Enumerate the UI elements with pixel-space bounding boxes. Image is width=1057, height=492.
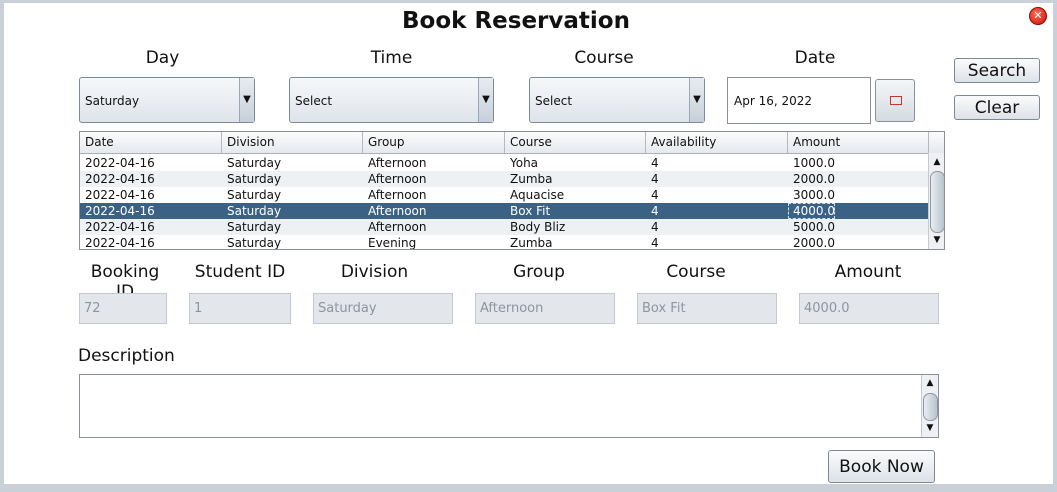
- amount-label: Amount: [834, 262, 902, 282]
- cell-course: Aquacise: [510, 188, 565, 202]
- table-row[interactable]: 2022-04-16 Saturday Evening Zumba 4 2000…: [80, 235, 928, 250]
- booking-id-field[interactable]: 72: [79, 293, 167, 324]
- description-label: Description: [78, 346, 175, 366]
- column-header-course[interactable]: Course: [505, 132, 646, 153]
- window-frame-right: [1053, 0, 1057, 492]
- scroll-up-icon[interactable]: ▲: [922, 376, 938, 390]
- cell-date: 2022-04-16: [85, 156, 155, 170]
- cell-group: Afternoon: [368, 172, 427, 186]
- window-frame-top: [0, 0, 1057, 3]
- student-id-label: Student ID: [194, 262, 286, 282]
- column-header-availability[interactable]: Availability: [646, 132, 788, 153]
- scroll-down-icon[interactable]: ▼: [922, 421, 938, 435]
- column-header-group[interactable]: Group: [363, 132, 505, 153]
- cell-amount: 4000.0: [788, 203, 835, 219]
- cell-course: Zumba: [510, 236, 553, 250]
- chevron-down-icon[interactable]: ▼: [478, 78, 493, 122]
- window-frame-left: [0, 0, 4, 492]
- description-scrollbar[interactable]: ▲ ▼: [921, 375, 938, 437]
- chevron-down-icon[interactable]: ▼: [239, 78, 254, 122]
- table-row[interactable]: 2022-04-16 Saturday Afternoon Zumba 4 20…: [80, 171, 928, 187]
- calendar-icon: [890, 96, 902, 105]
- date-input[interactable]: Apr 16, 2022: [727, 77, 871, 124]
- day-select[interactable]: Saturday ▼: [79, 77, 255, 123]
- course-select[interactable]: Select ▼: [529, 77, 705, 123]
- cell-group: Evening: [368, 236, 417, 250]
- scroll-up-icon[interactable]: ▲: [929, 155, 944, 169]
- cell-group: Afternoon: [368, 156, 427, 170]
- time-select-value: Select: [295, 94, 333, 108]
- table-row[interactable]: 2022-04-16 Saturday Afternoon Yoha 4 100…: [80, 155, 928, 171]
- cell-date: 2022-04-16: [85, 204, 155, 218]
- time-select[interactable]: Select ▼: [289, 77, 494, 123]
- scroll-down-icon[interactable]: ▼: [929, 233, 944, 247]
- group-field[interactable]: Afternoon: [475, 293, 615, 324]
- cell-availability: 4: [651, 204, 659, 218]
- cell-group: Afternoon: [368, 220, 427, 234]
- cell-availability: 4: [651, 156, 659, 170]
- cell-group: Afternoon: [368, 204, 427, 218]
- cell-amount: 2000.0: [793, 236, 835, 250]
- cell-division: Saturday: [227, 204, 282, 218]
- column-header-division[interactable]: Division: [222, 132, 363, 153]
- description-textarea[interactable]: ▲ ▼: [79, 374, 939, 438]
- student-id-field[interactable]: 1: [189, 293, 291, 324]
- cell-amount: 1000.0: [793, 156, 835, 170]
- cell-course: Yoha: [510, 156, 539, 170]
- column-header-amount[interactable]: Amount: [788, 132, 929, 153]
- cell-group: Afternoon: [368, 188, 427, 202]
- date-picker-button[interactable]: [875, 79, 915, 122]
- table-row[interactable]: 2022-04-16 Saturday Afternoon Aquacise 4…: [80, 187, 928, 203]
- table-row-selected[interactable]: 2022-04-16 Saturday Afternoon Box Fit 4 …: [80, 203, 928, 219]
- cell-division: Saturday: [227, 156, 282, 170]
- division-field[interactable]: Saturday: [313, 293, 453, 324]
- cell-date: 2022-04-16: [85, 236, 155, 250]
- amount-field[interactable]: 4000.0: [799, 293, 939, 324]
- cell-availability: 4: [651, 220, 659, 234]
- table-header: Date Division Group Course Availability …: [80, 132, 944, 154]
- cell-amount: 2000.0: [793, 172, 835, 186]
- cell-availability: 4: [651, 172, 659, 186]
- cell-date: 2022-04-16: [85, 172, 155, 186]
- date-label: Date: [794, 48, 836, 68]
- scroll-thumb[interactable]: [930, 171, 944, 233]
- course-select-value: Select: [535, 94, 573, 108]
- close-icon[interactable]: ✕: [1029, 7, 1047, 25]
- cell-division: Saturday: [227, 236, 282, 250]
- cell-division: Saturday: [227, 220, 282, 234]
- cell-division: Saturday: [227, 172, 282, 186]
- reservation-table[interactable]: Date Division Group Course Availability …: [79, 131, 945, 250]
- search-button[interactable]: Search: [954, 58, 1040, 83]
- scroll-thumb[interactable]: [923, 393, 938, 421]
- day-select-value: Saturday: [85, 94, 140, 108]
- cell-availability: 4: [651, 236, 659, 250]
- date-input-value: Apr 16, 2022: [734, 94, 813, 108]
- window-title: Book Reservation: [402, 8, 630, 34]
- course-field-label: Course: [666, 262, 726, 282]
- cell-course: Box Fit: [510, 204, 551, 218]
- table-row[interactable]: 2022-04-16 Saturday Afternoon Body Bliz …: [80, 219, 928, 235]
- cell-amount: 5000.0: [793, 220, 835, 234]
- book-now-button[interactable]: Book Now: [828, 450, 935, 483]
- division-label: Division: [340, 262, 409, 282]
- column-header-date[interactable]: Date: [80, 132, 222, 153]
- cell-date: 2022-04-16: [85, 220, 155, 234]
- course-field[interactable]: Box Fit: [637, 293, 777, 324]
- cell-course: Body Bliz: [510, 220, 566, 234]
- cell-amount: 3000.0: [793, 188, 835, 202]
- chevron-down-icon[interactable]: ▼: [689, 78, 704, 122]
- cell-course: Zumba: [510, 172, 553, 186]
- cell-availability: 4: [651, 188, 659, 202]
- cell-date: 2022-04-16: [85, 188, 155, 202]
- time-label: Time: [370, 48, 413, 68]
- window-frame-bottom: [0, 484, 1057, 492]
- cell-division: Saturday: [227, 188, 282, 202]
- table-scrollbar[interactable]: ▲ ▼: [928, 153, 944, 249]
- group-label: Group: [513, 262, 565, 282]
- day-label: Day: [145, 48, 180, 68]
- clear-button[interactable]: Clear: [954, 95, 1040, 120]
- course-label: Course: [574, 48, 634, 68]
